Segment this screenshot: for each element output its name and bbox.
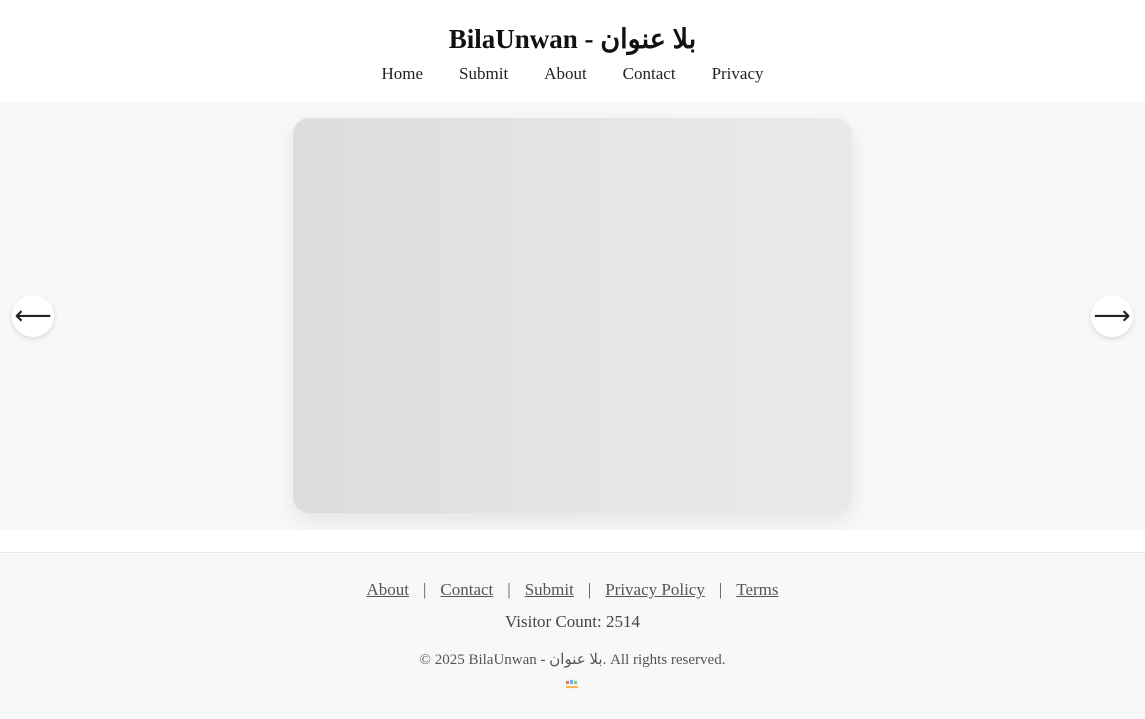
footer-terms-link[interactable]: Terms (736, 578, 778, 602)
footer-about-link[interactable]: About (366, 578, 409, 602)
footer-separator: | (422, 580, 427, 599)
nav-contact-link[interactable]: Contact (623, 62, 676, 86)
counter-badge-icon[interactable] (564, 678, 580, 690)
footer-links: About | Contact | Submit | Privacy Polic… (0, 578, 1145, 602)
nav-about-link[interactable]: About (544, 62, 587, 86)
image-carousel: ⟵ ⟶ (0, 102, 1145, 530)
footer-separator: | (718, 580, 723, 599)
site-footer: About | Contact | Submit | Privacy Polic… (0, 554, 1145, 719)
footer-contact-link[interactable]: Contact (440, 578, 493, 602)
copyright-text: © 2025 BilaUnwan - بلا عنوان. All rights… (419, 652, 726, 668)
footer-submit-link[interactable]: Submit (525, 578, 574, 602)
arrow-left-icon: ⟵ (14, 301, 52, 331)
nav-privacy-link[interactable]: Privacy (712, 62, 764, 86)
footer-separator: | (507, 580, 511, 599)
main-nav: Home Submit About Contact Privacy (0, 62, 1145, 86)
slide-image-placeholder[interactable] (293, 118, 852, 513)
site-header: BilaUnwan - بلا عنوان Home Submit About … (0, 0, 1145, 102)
next-slide-button[interactable]: ⟶ (1091, 295, 1133, 337)
site-title: BilaUnwan - بلا عنوان (448, 24, 697, 54)
nav-home-link[interactable]: Home (382, 62, 424, 86)
previous-slide-button[interactable]: ⟵ (12, 295, 54, 337)
divider-band (0, 530, 1145, 553)
visitor-count: Visitor Count: 2514 (505, 612, 640, 631)
nav-submit-link[interactable]: Submit (459, 62, 508, 86)
footer-privacy-policy-link[interactable]: Privacy Policy (605, 578, 705, 602)
footer-separator: | (587, 580, 592, 599)
page: BilaUnwan - بلا عنوان Home Submit About … (0, 0, 1145, 719)
arrow-right-icon: ⟶ (1093, 301, 1131, 331)
